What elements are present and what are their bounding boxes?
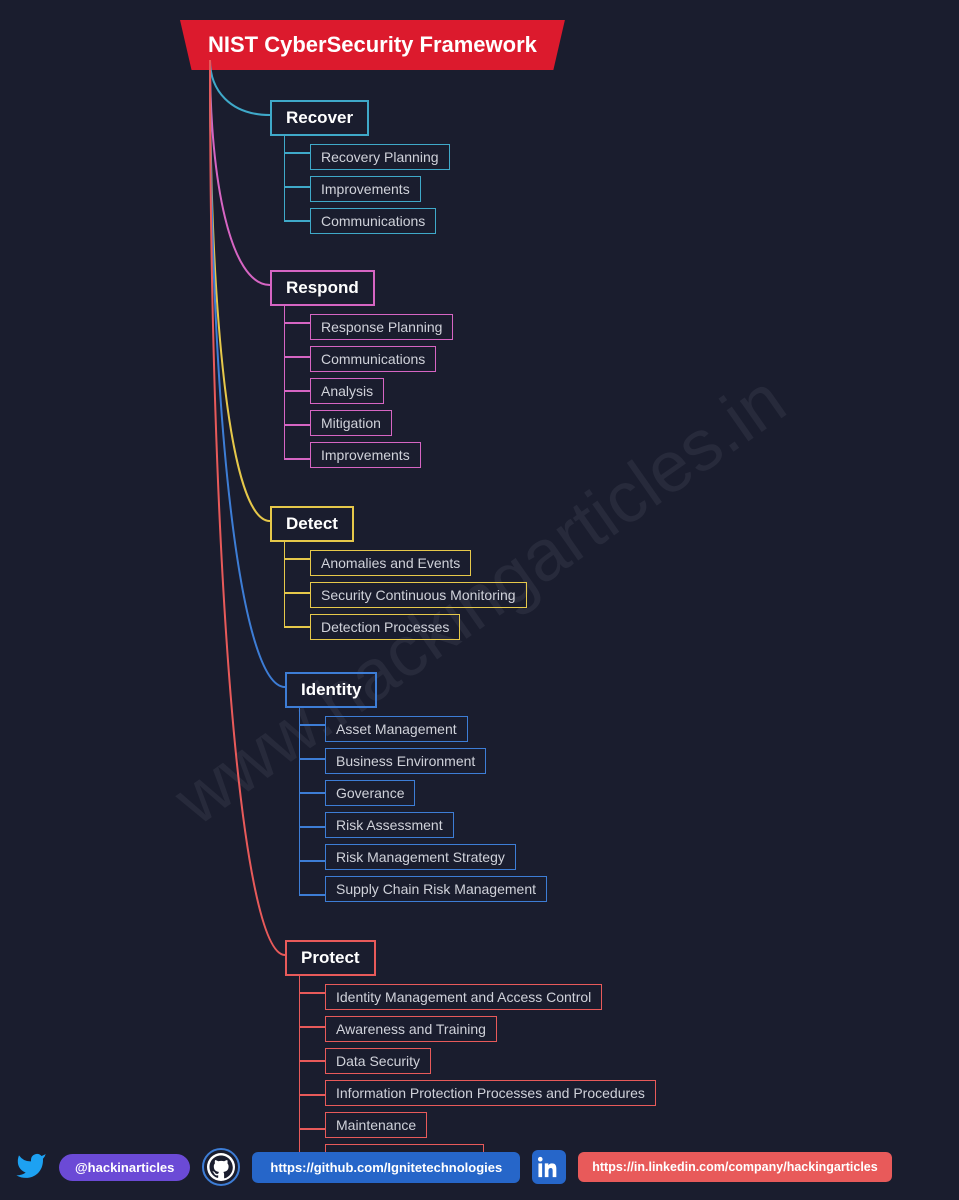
item-box: Asset Management	[325, 716, 468, 742]
item-box: Security Continuous Monitoring	[310, 582, 527, 608]
item-box: Communications	[310, 346, 436, 372]
category-items: Anomalies and Events Security Continuous …	[310, 550, 527, 640]
category-label: Recover	[270, 100, 369, 136]
item-row: Communications	[310, 346, 453, 372]
item-row: Business Environment	[325, 748, 547, 774]
category-label: Respond	[270, 270, 375, 306]
item-row: Maintenance	[325, 1112, 656, 1138]
item-box: Detection Processes	[310, 614, 460, 640]
item-row: Detection Processes	[310, 614, 527, 640]
footer-bar: @hackinarticles https://github.com/Ignit…	[15, 1148, 944, 1186]
item-box: Information Protection Processes and Pro…	[325, 1080, 656, 1106]
item-row: Identity Management and Access Control	[325, 984, 656, 1010]
item-row: Improvements	[310, 176, 450, 202]
item-row: Asset Management	[325, 716, 547, 742]
item-box: Anomalies and Events	[310, 550, 471, 576]
category-protect: Protect Identity Management and Access Co…	[285, 940, 656, 1176]
item-connectors	[284, 306, 324, 476]
item-box: Maintenance	[325, 1112, 427, 1138]
item-row: Improvements	[310, 442, 453, 468]
item-row: Anomalies and Events	[310, 550, 527, 576]
item-box: Risk Management Strategy	[325, 844, 516, 870]
item-connectors	[299, 708, 339, 912]
item-box: Awareness and Training	[325, 1016, 497, 1042]
item-box: Improvements	[310, 176, 421, 202]
item-row: Recovery Planning	[310, 144, 450, 170]
item-connectors	[284, 542, 324, 644]
item-box: Identity Management and Access Control	[325, 984, 602, 1010]
item-box: Business Environment	[325, 748, 486, 774]
item-row: Communications	[310, 208, 450, 234]
item-row: Mitigation	[310, 410, 453, 436]
item-row: Awareness and Training	[325, 1016, 656, 1042]
category-items: Identity Management and Access Control Aw…	[325, 984, 656, 1170]
item-box: Communications	[310, 208, 436, 234]
category-label: Identity	[285, 672, 377, 708]
item-box: Response Planning	[310, 314, 453, 340]
github-url[interactable]: https://github.com/Ignitetechnologies	[252, 1152, 520, 1183]
mindmap-container: Recover Recovery Planning Improvements Comm…	[200, 60, 920, 1130]
item-box: Recovery Planning	[310, 144, 450, 170]
linkedin-icon[interactable]	[532, 1150, 566, 1184]
item-row: Supply Chain Risk Management	[325, 876, 547, 902]
item-row: Analysis	[310, 378, 453, 404]
linkedin-url[interactable]: https://in.linkedin.com/company/hackinga…	[578, 1152, 891, 1182]
item-box: Data Security	[325, 1048, 431, 1074]
item-row: Risk Assessment	[325, 812, 547, 838]
item-box: Improvements	[310, 442, 421, 468]
item-connectors	[284, 136, 324, 238]
twitter-icon[interactable]	[15, 1150, 47, 1185]
item-box: Supply Chain Risk Management	[325, 876, 547, 902]
category-label: Protect	[285, 940, 376, 976]
item-row: Response Planning	[310, 314, 453, 340]
item-box: Risk Assessment	[325, 812, 454, 838]
item-row: Data Security	[325, 1048, 656, 1074]
item-row: Security Continuous Monitoring	[310, 582, 527, 608]
item-row: Information Protection Processes and Pro…	[325, 1080, 656, 1106]
twitter-handle[interactable]: @hackinarticles	[59, 1154, 190, 1181]
item-row: Goverance	[325, 780, 547, 806]
category-items: Response Planning Communications Analysis M…	[310, 314, 453, 468]
category-items: Recovery Planning Improvements Communicati…	[310, 144, 450, 234]
github-icon[interactable]	[202, 1148, 240, 1186]
item-row: Risk Management Strategy	[325, 844, 547, 870]
category-items: Asset Management Business Environment Gove…	[325, 716, 547, 902]
category-label: Detect	[270, 506, 354, 542]
